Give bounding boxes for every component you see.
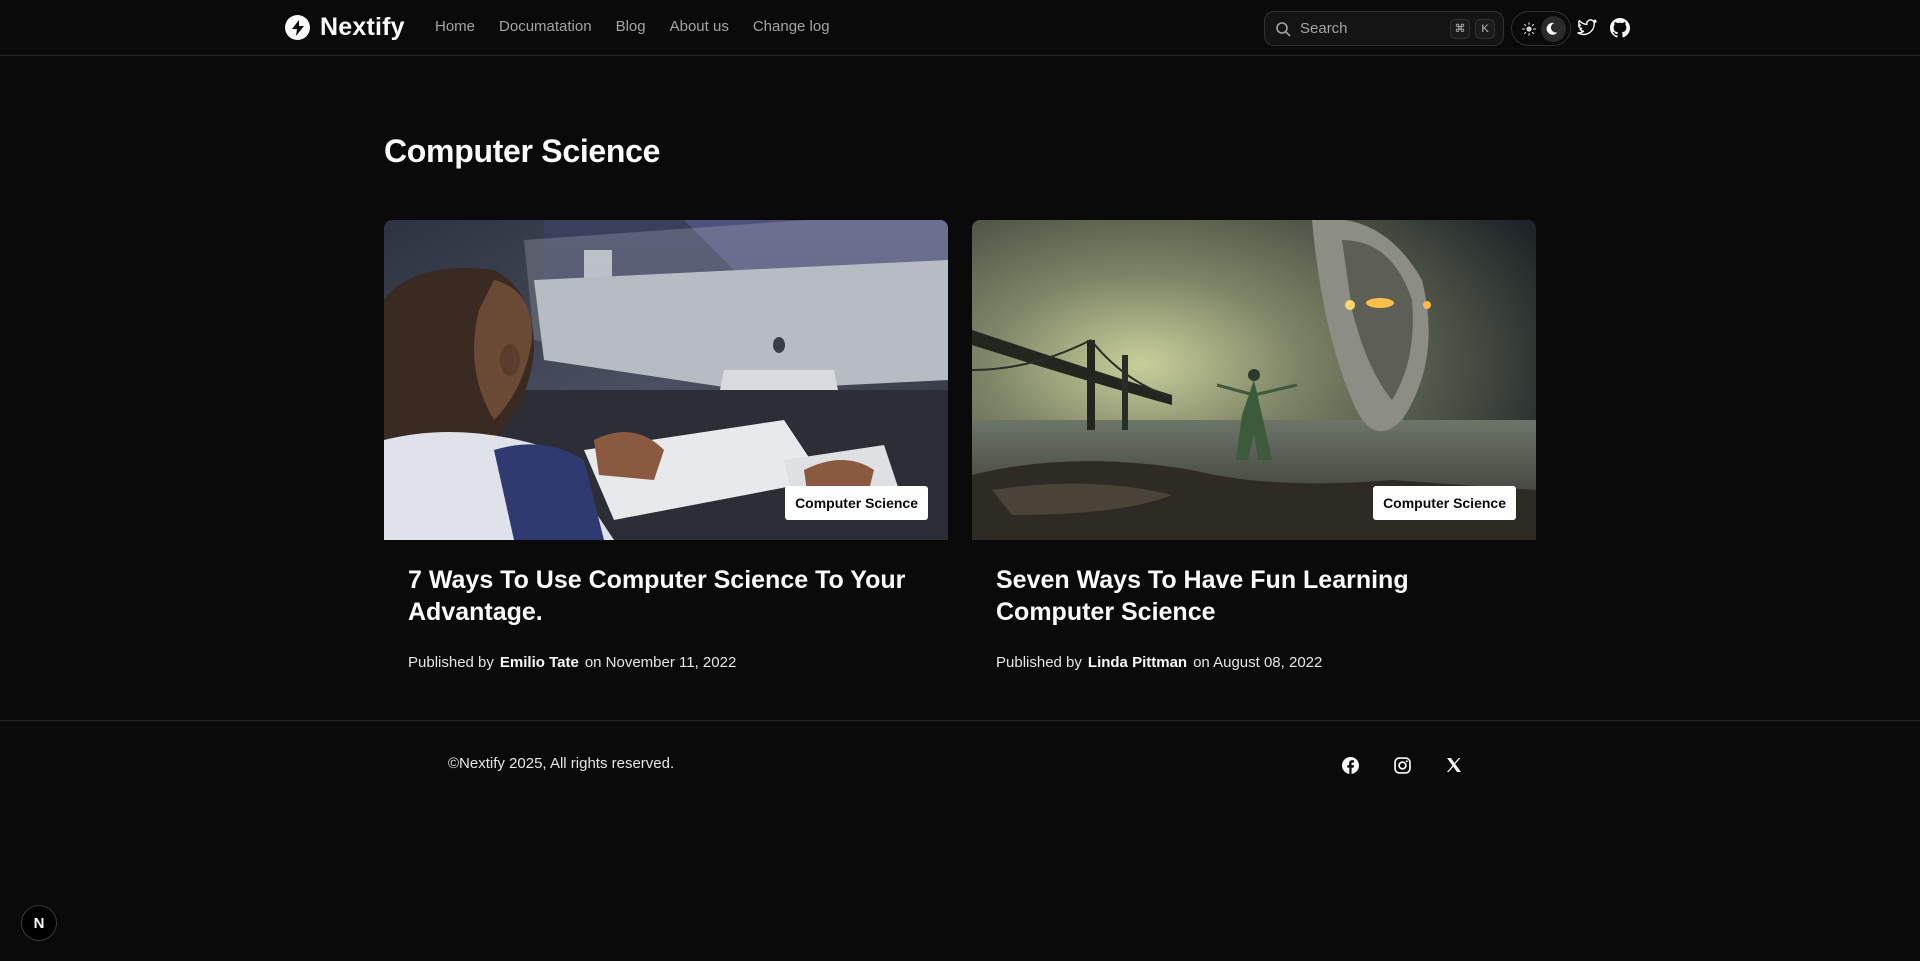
moon-icon xyxy=(1546,22,1557,35)
twitter-bird-icon[interactable] xyxy=(1575,16,1599,40)
post-date: on November 11, 2022 xyxy=(584,654,737,671)
bolt-icon xyxy=(285,15,310,40)
search-label: Search xyxy=(1300,20,1348,37)
copyright-text: ©Nextify 2025, All rights reserved. xyxy=(448,755,675,772)
badge-letter: N xyxy=(33,914,45,932)
category-badge[interactable]: Computer Science xyxy=(1373,486,1516,520)
command-key: ⌘ xyxy=(1450,18,1470,39)
post-title[interactable]: 7 Ways To Use Computer Science To Your A… xyxy=(408,564,924,628)
search-icon xyxy=(1275,21,1291,37)
brand-name: Nextify xyxy=(320,13,405,41)
theme-toggle xyxy=(1511,11,1571,46)
facebook-icon[interactable] xyxy=(1340,755,1360,775)
main-nav: Home Documatation Blog About us Change l… xyxy=(435,18,830,35)
post-meta: Published by Linda Pittman on August 08,… xyxy=(996,654,1512,671)
brand-link[interactable]: Nextify xyxy=(285,13,405,42)
post-title[interactable]: Seven Ways To Have Fun Learning Computer… xyxy=(996,564,1512,628)
k-key: K xyxy=(1475,18,1495,39)
x-icon[interactable] xyxy=(1444,755,1464,775)
github-icon[interactable] xyxy=(1608,16,1632,40)
search-button[interactable]: Search ⌘ K xyxy=(1264,11,1504,46)
nav-about-us[interactable]: About us xyxy=(670,18,729,35)
dark-theme-button[interactable] xyxy=(1541,15,1566,42)
post-date: on August 08, 2022 xyxy=(1193,654,1323,671)
post-image[interactable]: Computer Science xyxy=(972,220,1536,540)
nav-blog[interactable]: Blog xyxy=(616,18,646,35)
instagram-icon[interactable] xyxy=(1392,755,1412,775)
post-meta: Published by Emilio Tate on November 11,… xyxy=(408,654,924,671)
light-theme-button[interactable] xyxy=(1516,16,1541,42)
published-by-label: Published by xyxy=(996,654,1082,671)
sun-icon xyxy=(1521,21,1536,36)
category-badge[interactable]: Computer Science xyxy=(785,486,928,520)
post-image[interactable]: Computer Science xyxy=(384,220,948,540)
nav-documentation[interactable]: Documatation xyxy=(499,18,592,35)
post-card[interactable]: Computer Science Seven Ways To Have Fun … xyxy=(972,220,1536,671)
nav-home[interactable]: Home xyxy=(435,18,475,35)
nextjs-dev-badge[interactable]: N xyxy=(21,905,57,941)
post-author[interactable]: Emilio Tate xyxy=(500,654,579,671)
post-author[interactable]: Linda Pittman xyxy=(1088,654,1187,671)
site-header: Nextify Home Documatation Blog About us … xyxy=(0,0,1920,56)
nav-change-log[interactable]: Change log xyxy=(753,18,830,35)
post-card[interactable]: Computer Science 7 Ways To Use Computer … xyxy=(384,220,948,671)
site-footer: ©Nextify 2025, All rights reserved. xyxy=(0,720,1920,961)
published-by-label: Published by xyxy=(408,654,494,671)
page-title: Computer Science xyxy=(384,133,661,169)
